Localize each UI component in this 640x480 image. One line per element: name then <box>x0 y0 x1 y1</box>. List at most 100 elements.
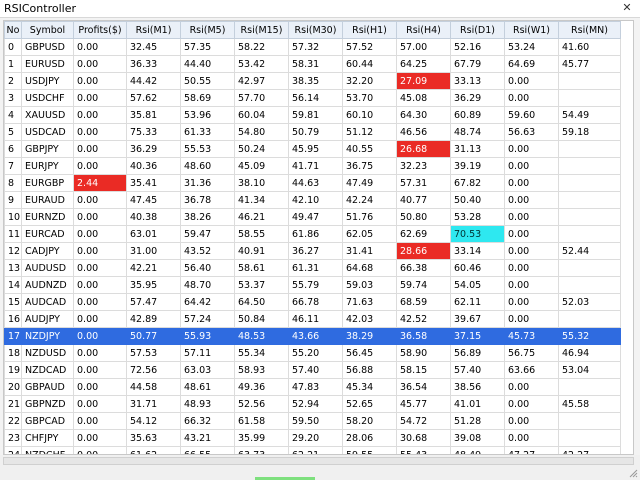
table-cell: 50.40 <box>450 191 505 209</box>
table-cell: 0.00 <box>73 208 127 226</box>
table-cell: 43.52 <box>180 242 235 260</box>
table-row[interactable]: 18 NZDUSD 0.00 57.53 57.11 55.34 55.20 56.45 58.… <box>4 344 621 362</box>
table-row[interactable]: 20 GBPAUD 0.00 44.58 48.61 49.36 47.83 45.34 36.… <box>4 378 621 396</box>
table-row[interactable]: 22 GBPCAD 0.00 54.12 66.32 61.58 59.50 58.20 54.… <box>4 412 621 430</box>
table-cell: 57.00 <box>396 38 451 56</box>
table-row[interactable]: 21 GBPNZD 0.00 31.71 48.93 52.56 52.94 52.65 45.… <box>4 395 621 413</box>
table-cell: 51.28 <box>450 412 505 430</box>
column-header[interactable]: Rsi(M5) <box>180 21 235 39</box>
column-header[interactable]: No <box>4 21 22 39</box>
table-row[interactable]: 16 AUDJPY 0.00 42.89 57.24 50.84 46.11 42.03 42.… <box>4 310 621 328</box>
table-row[interactable]: 3 USDCHF 0.00 57.62 58.69 57.70 56.14 53.70 45.0… <box>4 89 621 107</box>
table-cell: 58.90 <box>396 344 451 362</box>
table-cell: GBPCAD <box>21 412 74 430</box>
table-cell: 64.68 <box>342 259 397 277</box>
table-cell: 50.79 <box>288 123 343 141</box>
table-cell: 45.73 <box>504 327 559 345</box>
table-row[interactable]: 17 NZDJPY 0.00 50.77 55.93 48.53 43.66 38.29 36.… <box>4 327 621 345</box>
table-cell: EURJPY <box>21 157 74 175</box>
table-cell: 48.53 <box>234 327 289 345</box>
table-cell: 59.50 <box>288 412 343 430</box>
table-row[interactable]: 13 AUDUSD 0.00 42.21 56.40 58.61 61.31 64.68 66.… <box>4 259 621 277</box>
column-header[interactable]: Rsi(W1) <box>504 21 559 39</box>
table-cell: EURAUD <box>21 191 74 209</box>
table-cell <box>558 378 621 396</box>
table-row[interactable]: 9 EURAUD 0.00 47.45 36.78 41.34 42.10 42.24 40.7… <box>4 191 621 209</box>
table-row[interactable]: 2 USDJPY 0.00 44.42 50.55 42.97 38.35 32.20 27.0… <box>4 72 621 90</box>
close-icon[interactable]: ✕ <box>620 0 634 16</box>
table-cell: 70.53 <box>450 225 505 243</box>
table-cell: 49.47 <box>288 208 343 226</box>
table-cell: CHFJPY <box>21 429 74 447</box>
table-cell: 41.71 <box>288 157 343 175</box>
column-header[interactable]: Rsi(D1) <box>450 21 505 39</box>
column-header[interactable]: Rsi(M30) <box>288 21 343 39</box>
horizontal-scrollbar[interactable] <box>3 457 634 465</box>
table-row[interactable]: 10 EURNZD 0.00 40.38 38.26 46.21 49.47 51.76 50.… <box>4 208 621 226</box>
table-row[interactable]: 7 EURJPY 0.00 40.36 48.60 45.09 41.71 36.75 32.2… <box>4 157 621 175</box>
table-cell: 58.22 <box>234 38 289 56</box>
table-row[interactable]: 4 XAUUSD 0.00 35.81 53.96 60.04 59.81 60.10 64.3… <box>4 106 621 124</box>
table-cell: AUDJPY <box>21 310 74 328</box>
table-row[interactable]: 8 EURGBP 2.44 35.41 31.36 38.10 44.63 47.49 57.3… <box>4 174 621 192</box>
table-row[interactable]: 19 NZDCAD 0.00 72.56 63.03 58.93 57.40 56.88 58.… <box>4 361 621 379</box>
rsi-table: No Symbol Profits($) Rsi(M1) Rsi(M5) Rsi(M15)… <box>4 21 621 454</box>
table-cell: 45.77 <box>396 395 451 413</box>
table-cell: GBPAUD <box>21 378 74 396</box>
table-cell: 0.00 <box>504 259 559 277</box>
table-cell <box>558 208 621 226</box>
column-header[interactable]: Rsi(H4) <box>396 21 451 39</box>
table-cell: 55.79 <box>288 276 343 294</box>
column-header[interactable]: Rsi(M15) <box>234 21 289 39</box>
table-cell: 48.74 <box>450 123 505 141</box>
table-cell: 60.10 <box>342 106 397 124</box>
table-cell: 0.00 <box>73 310 127 328</box>
table-cell: 9 <box>4 191 22 209</box>
column-header[interactable]: Rsi(M1) <box>126 21 181 39</box>
table-row[interactable]: 0 GBPUSD 0.00 32.45 57.35 58.22 57.32 57.52 57.0… <box>4 38 621 56</box>
table-cell: 61.33 <box>180 123 235 141</box>
table-cell: 64.25 <box>396 55 451 73</box>
table-cell: 16 <box>4 310 22 328</box>
table-row[interactable]: 15 AUDCAD 0.00 57.47 64.42 64.50 66.78 71.63 68.… <box>4 293 621 311</box>
table-cell: 47.83 <box>288 378 343 396</box>
table-row[interactable]: 6 GBPJPY 0.00 36.29 55.53 50.24 45.95 40.55 26.6… <box>4 140 621 158</box>
table-row[interactable]: 14 AUDNZD 0.00 35.95 48.70 53.37 55.79 59.03 59.… <box>4 276 621 294</box>
table-row[interactable]: 23 CHFJPY 0.00 35.63 43.21 35.99 29.20 28.06 30.… <box>4 429 621 447</box>
table-cell: 0.00 <box>73 429 127 447</box>
resize-grip-icon[interactable] <box>628 468 638 478</box>
table-cell: 38.10 <box>234 174 289 192</box>
table-row[interactable]: 12 CADJPY 0.00 31.00 43.52 40.91 36.27 31.41 28.… <box>4 242 621 260</box>
table-cell: 57.32 <box>288 38 343 56</box>
table-cell: 64.69 <box>504 55 559 73</box>
table-cell: USDCAD <box>21 123 74 141</box>
title-bar[interactable]: RSIController ✕ <box>0 0 640 18</box>
table-cell: 35.95 <box>126 276 181 294</box>
table-cell: NZDJPY <box>21 327 74 345</box>
table-cell: 46.11 <box>288 310 343 328</box>
table-cell: 45.08 <box>396 89 451 107</box>
table-cell <box>558 412 621 430</box>
table-cell <box>558 259 621 277</box>
column-header[interactable]: Profits($) <box>73 21 127 39</box>
column-header[interactable]: Rsi(H1) <box>342 21 397 39</box>
table-cell: 6 <box>4 140 22 158</box>
table-cell: 52.94 <box>288 395 343 413</box>
column-header[interactable]: Symbol <box>21 21 74 39</box>
table-cell <box>558 72 621 90</box>
table-cell: 52.44 <box>558 242 621 260</box>
table-row[interactable]: 1 EURUSD 0.00 36.33 44.40 53.42 58.31 60.44 64.2… <box>4 55 621 73</box>
table-cell: 57.47 <box>126 293 181 311</box>
table-row[interactable]: 24 NZDCHF 0.00 61.62 66.55 63.73 62.21 59.55 55.… <box>4 446 621 454</box>
table-cell: 58.69 <box>180 89 235 107</box>
table-cell: 42.24 <box>342 191 397 209</box>
table-row[interactable]: 5 USDCAD 0.00 75.33 61.33 54.80 50.79 51.12 46.5… <box>4 123 621 141</box>
table-cell: 53.70 <box>342 89 397 107</box>
table-cell: 53.24 <box>504 38 559 56</box>
table-cell: 56.45 <box>342 344 397 362</box>
table-cell: 41.34 <box>234 191 289 209</box>
table-cell: 66.32 <box>180 412 235 430</box>
table-cell: 39.19 <box>450 157 505 175</box>
column-header[interactable]: Rsi(MN) <box>558 21 621 39</box>
table-row[interactable]: 11 EURCAD 0.00 63.01 59.47 58.55 61.86 62.05 62.… <box>4 225 621 243</box>
